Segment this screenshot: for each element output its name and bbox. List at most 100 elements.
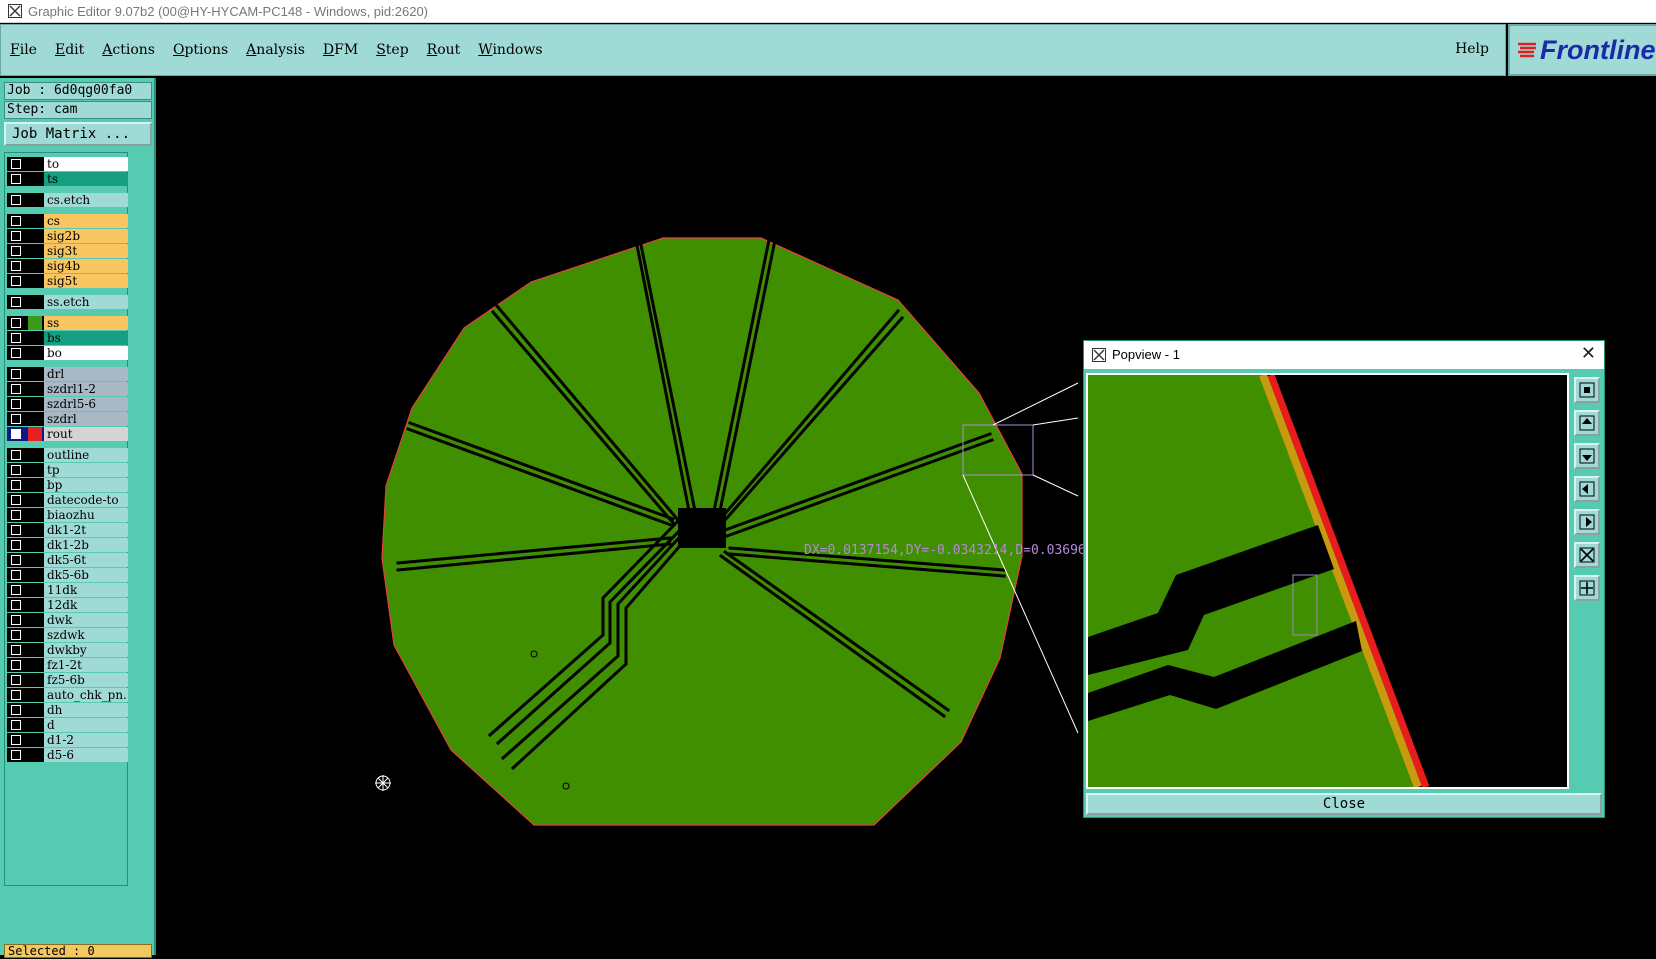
layer-color-swatch[interactable]	[28, 214, 42, 228]
layer-color-swatch[interactable]	[28, 553, 42, 567]
layer-name[interactable]: fz5-6b	[44, 673, 128, 687]
layer-checkbox[interactable]	[11, 333, 21, 343]
layer-color-swatch[interactable]	[28, 295, 42, 309]
layer-color-swatch[interactable]	[28, 733, 42, 747]
layer-checkbox[interactable]	[11, 750, 21, 760]
layer-checkbox[interactable]	[11, 510, 21, 520]
layer-row-sig2b[interactable]: sig2b	[7, 229, 128, 243]
layer-color-swatch[interactable]	[28, 367, 42, 381]
layer-row-fz5-6b[interactable]: fz5-6b	[7, 673, 128, 687]
layer-name[interactable]: bo	[44, 346, 128, 360]
layer-row-biaozhu[interactable]: biaozhu	[7, 508, 128, 522]
layer-name[interactable]: d5-6	[44, 748, 128, 762]
layer-checkbox[interactable]	[11, 675, 21, 685]
layer-name[interactable]: tp	[44, 463, 128, 477]
layer-name[interactable]: d1-2	[44, 733, 128, 747]
layer-row-datecode-to[interactable]: datecode-to	[7, 493, 128, 507]
layer-row-dk1-2t[interactable]: dk1-2t	[7, 523, 128, 537]
layer-row-d1-2[interactable]: d1-2	[7, 733, 128, 747]
layer-row-bo[interactable]: bo	[7, 346, 128, 360]
layer-row-drl[interactable]: drl	[7, 367, 128, 381]
layer-checkbox[interactable]	[11, 615, 21, 625]
layer-color-swatch[interactable]	[28, 493, 42, 507]
popview-close-button[interactable]: Close	[1086, 793, 1602, 815]
layer-row-cs-etch[interactable]: cs.etch	[7, 193, 128, 207]
layer-checkbox[interactable]	[11, 720, 21, 730]
layer-name[interactable]: fz1-2t	[44, 658, 128, 672]
layer-checkbox[interactable]	[11, 450, 21, 460]
layer-name[interactable]: dwkby	[44, 643, 128, 657]
layer-color-swatch[interactable]	[28, 259, 42, 273]
job-matrix-button[interactable]: Job Matrix ...	[4, 122, 152, 146]
layer-row-to[interactable]: to	[7, 157, 128, 171]
menu-windows[interactable]: Windows	[478, 42, 542, 58]
layer-name[interactable]: szdrl1-2	[44, 382, 128, 396]
layer-row-tp[interactable]: tp	[7, 463, 128, 477]
layer-row-fz1-2t[interactable]: fz1-2t	[7, 658, 128, 672]
layer-row-ss-etch[interactable]: ss.etch	[7, 295, 128, 309]
layer-name[interactable]: sig5t	[44, 274, 128, 288]
layer-checkbox[interactable]	[11, 174, 21, 184]
layer-name[interactable]: dh	[44, 703, 128, 717]
layer-color-swatch[interactable]	[28, 523, 42, 537]
layer-color-swatch[interactable]	[28, 478, 42, 492]
layer-row-szdrl5-6[interactable]: szdrl5-6	[7, 397, 128, 411]
layer-checkbox[interactable]	[11, 297, 21, 307]
layer-color-swatch[interactable]	[28, 397, 42, 411]
layer-name[interactable]: sig2b	[44, 229, 128, 243]
layer-row-szdrl[interactable]: szdrl	[7, 412, 128, 426]
menu-file[interactable]: File	[10, 42, 37, 58]
layer-checkbox[interactable]	[11, 555, 21, 565]
layer-row-outline[interactable]: outline	[7, 448, 128, 462]
layer-name[interactable]: ts	[44, 172, 128, 186]
layer-row-ts[interactable]: ts	[7, 172, 128, 186]
layer-color-swatch[interactable]	[28, 157, 42, 171]
layer-checkbox[interactable]	[11, 600, 21, 610]
layer-row-dk1-2b[interactable]: dk1-2b	[7, 538, 128, 552]
layer-checkbox[interactable]	[11, 384, 21, 394]
layer-name[interactable]: szdwk	[44, 628, 128, 642]
layer-color-swatch[interactable]	[28, 172, 42, 186]
zoom-fit-button[interactable]	[1574, 542, 1600, 568]
layer-row-ss[interactable]: ss	[7, 316, 128, 330]
menu-help[interactable]: Help	[1455, 41, 1489, 57]
layer-color-swatch[interactable]	[28, 748, 42, 762]
layer-name[interactable]: ss	[44, 316, 128, 330]
layer-color-swatch[interactable]	[28, 346, 42, 360]
layer-checkbox[interactable]	[11, 276, 21, 286]
layer-name[interactable]: outline	[44, 448, 128, 462]
layer-row-d5-6[interactable]: d5-6	[7, 748, 128, 762]
layer-checkbox[interactable]	[11, 525, 21, 535]
layer-row-cs[interactable]: cs	[7, 214, 128, 228]
layer-color-swatch[interactable]	[28, 673, 42, 687]
layer-checkbox[interactable]	[11, 246, 21, 256]
layer-checkbox[interactable]	[11, 231, 21, 241]
layer-name[interactable]: bs	[44, 331, 128, 345]
layer-checkbox[interactable]	[11, 645, 21, 655]
menu-options[interactable]: Options	[173, 42, 228, 58]
layer-color-swatch[interactable]	[28, 538, 42, 552]
layer-row-d[interactable]: d	[7, 718, 128, 732]
layer-row-szdrl1-2[interactable]: szdrl1-2	[7, 382, 128, 396]
layer-name[interactable]: dk5-6b	[44, 568, 128, 582]
layer-checkbox[interactable]	[11, 630, 21, 640]
layer-name[interactable]: d	[44, 718, 128, 732]
layer-row-bp[interactable]: bp	[7, 478, 128, 492]
layer-checkbox[interactable]	[11, 735, 21, 745]
layer-color-swatch[interactable]	[28, 688, 42, 702]
layer-checkbox[interactable]	[11, 159, 21, 169]
layer-checkbox[interactable]	[11, 540, 21, 550]
zoom-center-button[interactable]	[1574, 575, 1600, 601]
layer-checkbox[interactable]	[11, 369, 21, 379]
layer-checkbox[interactable]	[11, 348, 21, 358]
layer-name[interactable]: bp	[44, 478, 128, 492]
layer-checkbox[interactable]	[11, 660, 21, 670]
layer-checkbox[interactable]	[11, 399, 21, 409]
layer-color-swatch[interactable]	[28, 274, 42, 288]
layer-name[interactable]: dwk	[44, 613, 128, 627]
pan-up-button[interactable]	[1574, 410, 1600, 436]
layer-row-bs[interactable]: bs	[7, 331, 128, 345]
layer-name[interactable]: drl	[44, 367, 128, 381]
menu-analysis[interactable]: Analysis	[246, 42, 305, 58]
layer-color-swatch[interactable]	[28, 643, 42, 657]
